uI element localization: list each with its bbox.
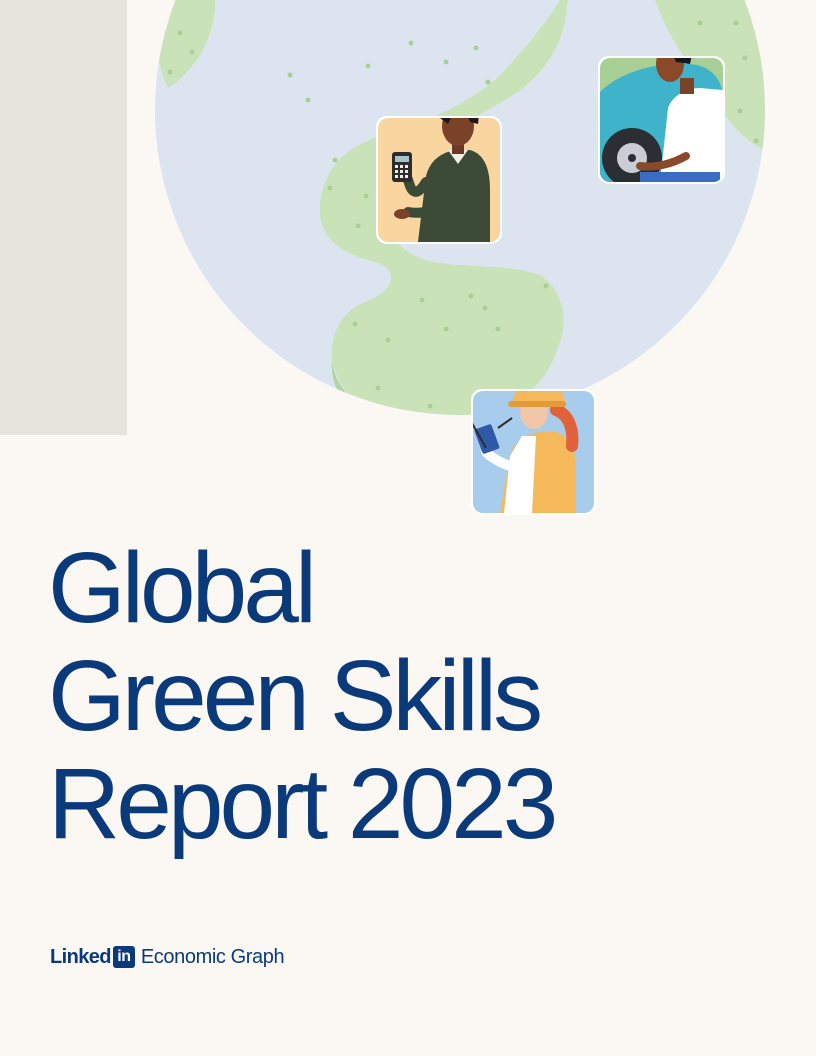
mechanic-icon <box>598 56 725 184</box>
linkedin-in-badge: in <box>112 946 135 968</box>
title-line-3: Report 2023 <box>48 748 558 860</box>
report-title: Global Green Skills Report 2023 <box>48 532 558 860</box>
linkedin-wordmark: Linked <box>50 945 111 968</box>
economic-graph-label: Economic Graph <box>140 945 285 968</box>
hero-illustration <box>155 0 765 515</box>
linkedin-economic-graph-logo: Linked in Economic Graph <box>50 943 285 971</box>
engineer-icon <box>471 389 596 515</box>
title-line-1: Global <box>48 532 317 644</box>
title-line-2: Green Skills <box>48 640 543 752</box>
accountant-icon <box>376 116 502 244</box>
